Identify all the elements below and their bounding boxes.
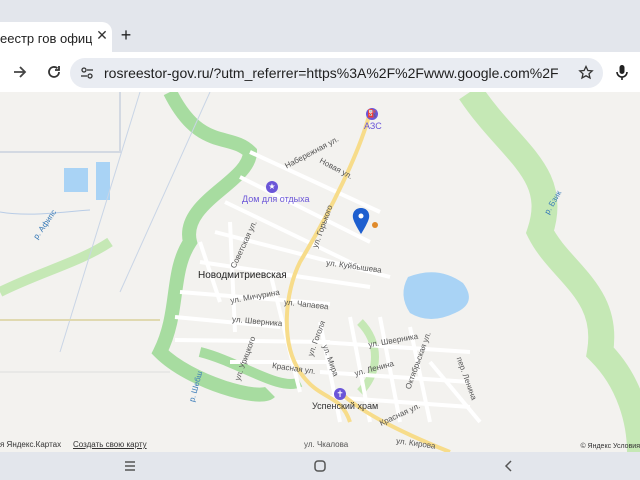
- map-attribution[interactable]: я Яндекс.Картах: [0, 440, 61, 449]
- address-bar[interactable]: rosreestor-gov.ru/?utm_referrer=https%3A…: [70, 58, 603, 88]
- rest-house-icon[interactable]: ★: [266, 181, 278, 193]
- town-label: Новодмитриевская: [198, 270, 287, 281]
- map-terms[interactable]: © Яндекс Условия: [580, 443, 640, 450]
- plus-icon[interactable]: +: [118, 26, 134, 44]
- star-icon[interactable]: [578, 65, 594, 81]
- system-nav-bar: [0, 452, 640, 480]
- create-map-link[interactable]: Создать свою карту: [73, 440, 147, 449]
- reload-icon[interactable]: [44, 62, 64, 82]
- street-label: ул. Чкалова: [304, 440, 349, 449]
- tab-strip: еестр гов офиц ✕ +: [0, 0, 640, 52]
- site-settings-icon[interactable]: [80, 66, 94, 80]
- back-icon[interactable]: [502, 459, 516, 473]
- browser-toolbar: rosreestor-gov.ru/?utm_referrer=https%3A…: [0, 52, 640, 92]
- gas-station-icon[interactable]: ⛽: [366, 108, 378, 120]
- recent-apps-icon[interactable]: [123, 459, 137, 473]
- microphone-icon[interactable]: [612, 62, 632, 82]
- poi-rest-label: Дом для отдыха: [242, 194, 310, 204]
- poi-gas-label: АЗС: [364, 121, 382, 131]
- poi-church-label: Успенский храм: [312, 401, 379, 411]
- url-text: rosreestor-gov.ru/?utm_referrer=https%3A…: [104, 65, 559, 81]
- browser-tab[interactable]: еестр гов офиц ✕: [0, 22, 112, 52]
- forward-icon[interactable]: [10, 62, 30, 82]
- tab-title: еестр гов офиц: [0, 31, 92, 46]
- map-view[interactable]: ⛽ АЗС ★ Дом для отдыха ✝ Успенский храм …: [0, 92, 640, 452]
- church-icon[interactable]: ✝: [334, 388, 346, 400]
- close-icon[interactable]: ✕: [95, 28, 109, 42]
- home-icon[interactable]: [313, 459, 327, 473]
